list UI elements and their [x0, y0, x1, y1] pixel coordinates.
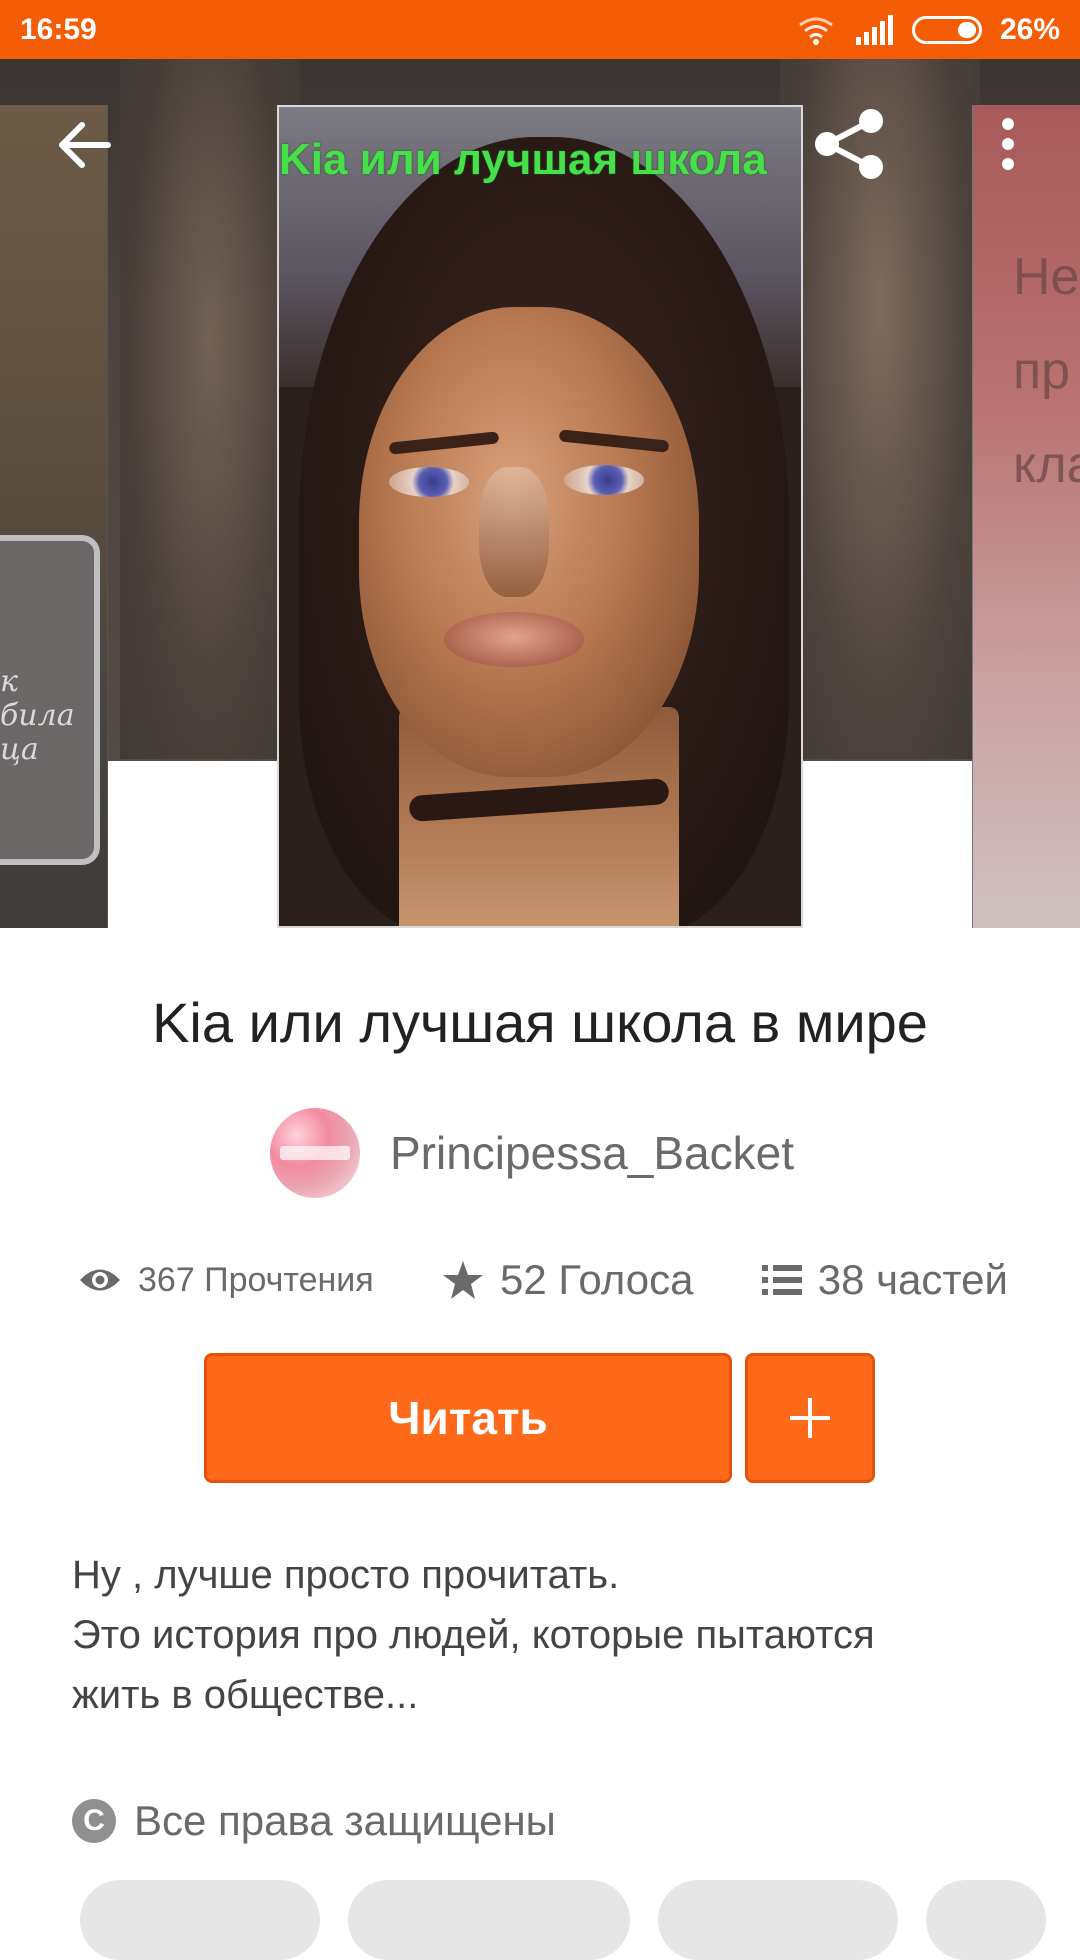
description-line: Ну , лучше просто прочитать. [72, 1553, 620, 1597]
add-to-library-button[interactable] [745, 1353, 875, 1483]
stat-parts: 38 частей [761, 1256, 1008, 1304]
cover-next[interactable]: Не пр кла [972, 105, 1080, 928]
battery-icon [911, 15, 982, 44]
more-vertical-icon [1002, 118, 1014, 170]
status-bar: 16:59 26% [0, 0, 1080, 59]
author-avatar[interactable] [270, 1108, 360, 1198]
tag-chip[interactable] [658, 1880, 898, 1960]
star-icon [443, 1261, 483, 1299]
cover-next-text: Не пр кла [1013, 248, 1080, 494]
list-icon [761, 1265, 802, 1295]
share-icon [815, 109, 883, 179]
cover-title-text: Kia или лучшая школа [279, 135, 767, 184]
stat-reads: 367 Прочтения [78, 1261, 374, 1300]
parts-count: 38 частей [817, 1256, 1008, 1303]
cover-previous[interactable]: к била ца [0, 105, 108, 928]
copyright-label: Все права защищены [134, 1797, 556, 1844]
book-description: Ну , лучше просто прочитать. Это история… [72, 1545, 972, 1725]
reads-count: 367 Прочтения [138, 1260, 374, 1299]
stat-votes: 52 Голоса [442, 1256, 693, 1304]
book-cover[interactable]: Kia или лучшая школа [277, 105, 803, 928]
copyright-icon: C [72, 1799, 116, 1843]
tag-chip[interactable] [348, 1880, 630, 1960]
book-stats: 367 Прочтения 52 Голоса 38 частей [78, 1252, 1008, 1308]
copyright-info: C Все права защищены [72, 1796, 556, 1846]
back-button[interactable] [44, 105, 124, 185]
battery-percent: 26% [999, 12, 1060, 46]
eye-icon [80, 1269, 120, 1291]
author-name[interactable]: Principessa_Backet [390, 1126, 794, 1180]
plus-icon [790, 1398, 830, 1438]
book-title: Kia или лучшая школа в мире [152, 991, 928, 1054]
signal-icon [855, 14, 893, 45]
status-indicators: 26% [796, 13, 1060, 47]
share-button[interactable] [810, 104, 890, 184]
arrow-left-icon [59, 122, 111, 168]
wifi-icon [799, 17, 833, 45]
author-link[interactable]: Principessa_Backet [270, 1108, 794, 1198]
description-line: Это история про людей, которые пытаются [72, 1613, 875, 1657]
tags-row [80, 1880, 1046, 1960]
cover-previous-text: к била ца [0, 664, 75, 767]
more-options-button[interactable] [968, 104, 1048, 184]
read-button[interactable]: Читать [204, 1353, 732, 1483]
tag-chip[interactable] [80, 1880, 320, 1960]
tag-chip[interactable] [926, 1880, 1046, 1960]
description-line: жить в обществе... [72, 1673, 419, 1717]
status-time: 16:59 [20, 12, 97, 46]
votes-count: 52 Голоса [500, 1256, 694, 1303]
